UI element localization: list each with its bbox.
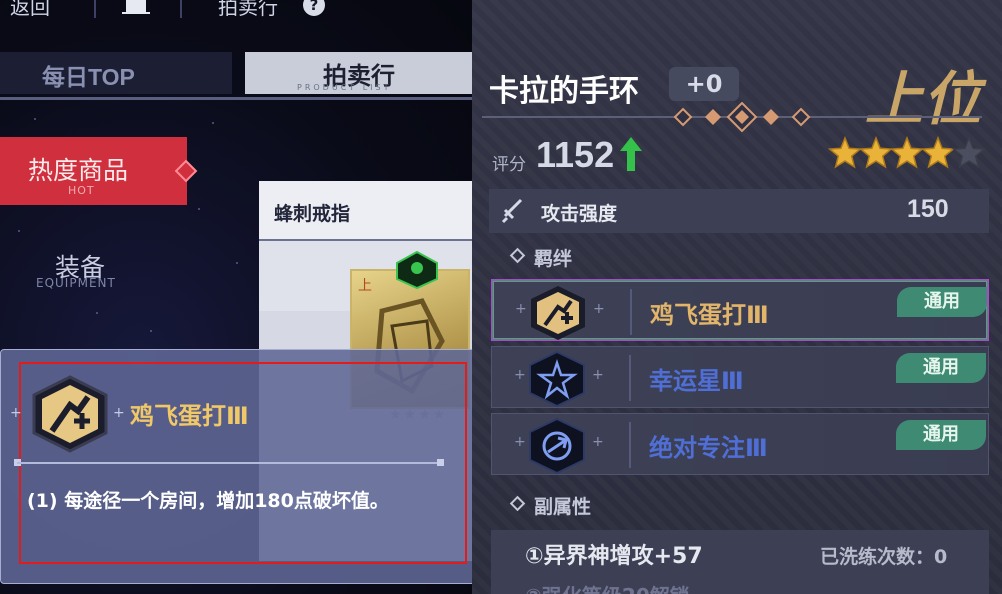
bond-badge: 通用	[897, 287, 987, 317]
sub-attributes-box: ①异界神增攻+57 已洗练次数：0 ②强化等级20解锁	[491, 530, 989, 594]
tab-daily-top[interactable]: 每日TOP	[0, 52, 232, 94]
topbar-divider	[180, 0, 182, 18]
tooltip-divider	[17, 462, 441, 464]
focus-hex-icon	[529, 418, 585, 474]
lvl-icon	[396, 251, 438, 289]
plus-one-hex-icon	[531, 286, 585, 340]
bond-name: 鸡飞蛋打Ⅲ	[650, 301, 769, 329]
tab-underline	[0, 97, 472, 100]
plus-icon: +	[514, 434, 526, 450]
plus-icon: +	[593, 301, 605, 317]
auction-title: 拍卖行	[218, 0, 278, 19]
bond-name: 幸运星Ⅲ	[649, 367, 744, 395]
bonds-title: 羁绊	[534, 248, 573, 270]
product-header: 蜂刺戒指	[259, 181, 472, 239]
bond-badge: 通用	[896, 353, 986, 383]
bond-name: 绝对专注Ⅲ	[649, 434, 768, 462]
plus-icon: +	[515, 301, 527, 317]
tab-auction[interactable]: 拍卖行 PRODUCT LIST	[245, 52, 472, 94]
skill-description: (1) 每途径一个房间，增加180点破坏值。	[27, 490, 389, 512]
attack-value: 150	[907, 195, 949, 223]
bond-divider	[629, 355, 631, 401]
category-sublabel: HOT	[68, 184, 95, 197]
back-button[interactable]: 返回	[10, 0, 50, 20]
category-sublabel: EQUIPMENT	[36, 276, 116, 290]
bond-divider	[630, 289, 632, 335]
bond-badge: 通用	[896, 420, 986, 450]
attack-stat-row: 攻击强度 150	[489, 189, 989, 233]
plus-icon: +	[592, 434, 604, 450]
topbar-divider	[94, 0, 96, 18]
plus-icon: +	[10, 405, 22, 421]
plus-one-hex-icon	[32, 375, 108, 453]
category-hot[interactable]: 热度商品 HOT	[0, 137, 187, 205]
bond-row[interactable]: + + 绝对专注Ⅲ 通用	[491, 413, 989, 475]
score-label: 评分	[492, 155, 526, 175]
top-bar: 返回 拍卖行 ?	[0, 0, 472, 20]
rating-stars	[828, 136, 987, 169]
attack-label: 攻击强度	[541, 203, 618, 225]
wash-count: 已洗练次数：0	[820, 546, 948, 568]
star-filled-icon	[828, 136, 863, 169]
bond-row[interactable]: + + 鸡飞蛋打Ⅲ 通用	[491, 279, 989, 341]
line-end-icon	[437, 459, 444, 466]
enhance-level: +0	[669, 67, 739, 101]
category-label: 热度商品	[28, 156, 129, 185]
home-icon[interactable]	[122, 0, 150, 14]
category-equipment[interactable]: 装备 EQUIPMENT	[0, 240, 187, 300]
sub-attributes-title: 副属性	[534, 496, 592, 518]
plus-icon: +	[514, 367, 526, 383]
tab-label: 每日TOP	[42, 64, 135, 90]
section-diamond-icon	[509, 495, 526, 512]
ornament-divider	[482, 102, 982, 132]
plus-icon: +	[592, 367, 604, 383]
rank-mark: 上	[358, 278, 372, 294]
star-hex-icon	[529, 351, 585, 407]
bond-divider	[629, 422, 631, 468]
sword-icon	[501, 198, 523, 224]
item-detail-pane: 卡拉的手环 +0 上位 评分 1152 攻击强度 150 羁绊 + + 鸡飞蛋打…	[472, 0, 1002, 594]
tab-sublabel: PRODUCT LIST	[297, 83, 392, 92]
sub-attribute: ②强化等级20解锁	[525, 580, 690, 594]
sub-attribute: ①异界神增攻+57	[525, 544, 703, 569]
score-value: 1152	[536, 134, 615, 175]
trend-up-icon	[620, 137, 642, 171]
plus-icon: +	[113, 405, 125, 421]
section-diamond-icon	[509, 247, 526, 264]
star-filled-icon	[858, 136, 894, 169]
question-icon[interactable]: ?	[303, 0, 325, 16]
star-empty-icon	[951, 136, 987, 169]
product-name: 蜂刺戒指	[274, 203, 351, 225]
skill-name: 鸡飞蛋打Ⅲ	[130, 402, 249, 430]
star-filled-icon	[920, 136, 956, 169]
bond-row[interactable]: + + 幸运星Ⅲ 通用	[491, 346, 989, 408]
star-filled-icon	[889, 136, 925, 169]
